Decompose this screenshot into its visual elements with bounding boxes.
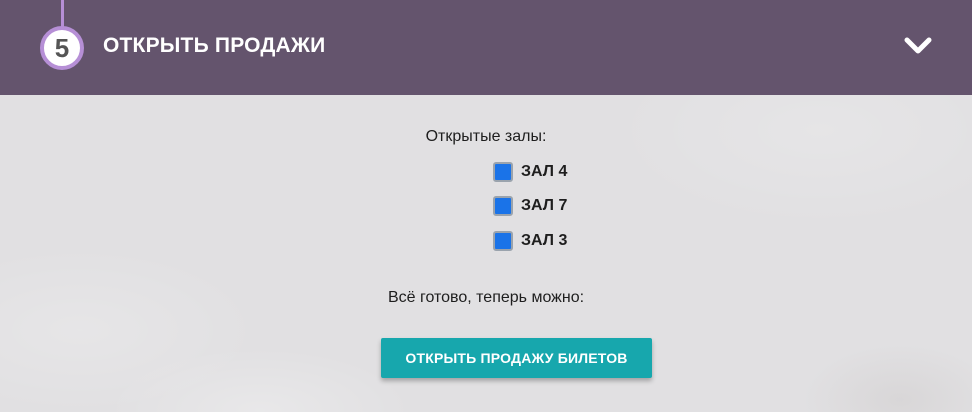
chevron-down-icon[interactable] <box>904 36 932 56</box>
open-ticket-sales-button[interactable]: ОТКРЫТЬ ПРОДАЖУ БИЛЕТОВ <box>381 338 652 378</box>
step-number-badge: 5 <box>40 26 84 70</box>
ready-text: Всё готово, теперь можно: <box>387 289 585 306</box>
hall-checkbox-7[interactable]: ЗАЛ 7 <box>493 196 567 216</box>
step-title: ОТКРЫТЬ ПРОДАЖИ <box>103 34 326 57</box>
open-halls-label: Открытые залы: <box>425 128 547 145</box>
checkbox[interactable] <box>493 196 513 216</box>
checkbox[interactable] <box>493 162 513 182</box>
checkbox[interactable] <box>493 231 513 251</box>
hall-label: ЗАЛ 4 <box>521 163 568 180</box>
step-content: Открытые залы: ЗАЛ 4 ЗАЛ 7 ЗАЛ 3 Всё гот… <box>0 95 972 412</box>
step-header[interactable]: 5 ОТКРЫТЬ ПРОДАЖИ <box>0 0 972 95</box>
timeline-line <box>61 0 64 28</box>
hall-label: ЗАЛ 7 <box>521 197 568 214</box>
hall-checkbox-4[interactable]: ЗАЛ 4 <box>493 162 567 182</box>
hall-label: ЗАЛ 3 <box>521 232 568 249</box>
hall-checkbox-3[interactable]: ЗАЛ 3 <box>493 231 567 251</box>
